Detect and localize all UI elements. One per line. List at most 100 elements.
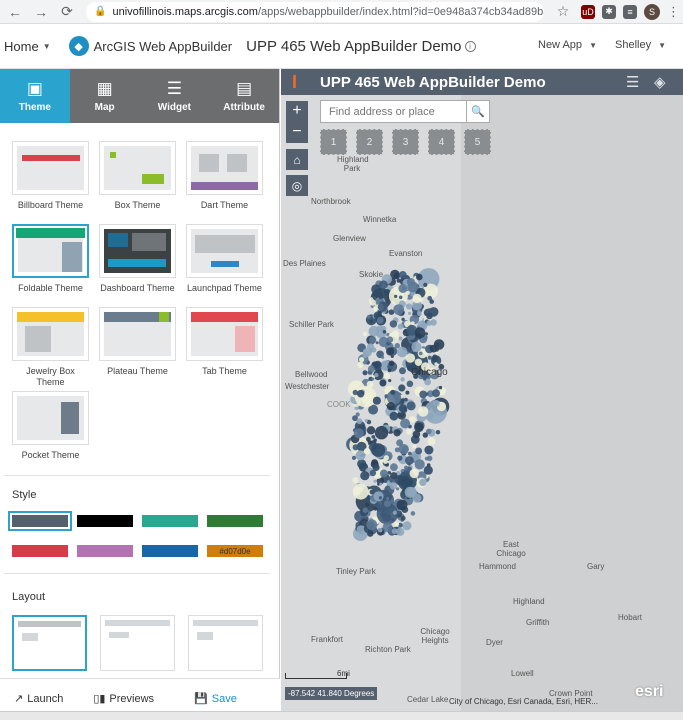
map-icon: ▦ (96, 78, 113, 98)
swatch-custom[interactable]: #d07d0e (207, 545, 263, 557)
theme-thumbnail (99, 307, 176, 361)
tab-widget[interactable]: ☰ Widget (140, 69, 210, 123)
menu-icon[interactable]: ⋮ (667, 4, 680, 20)
bookmark-5[interactable]: 5 (464, 129, 491, 155)
data-dot (398, 404, 407, 413)
swatch-5[interactable] (77, 545, 133, 557)
theme-launchpad[interactable]: Launchpad Theme (186, 224, 263, 294)
user-menu[interactable]: Shelley ▼ (615, 39, 666, 51)
save-icon: 💾 (194, 693, 208, 705)
profile-avatar[interactable]: S (644, 3, 660, 20)
data-dot (377, 527, 383, 533)
data-dot (363, 393, 373, 403)
data-dot (387, 471, 392, 475)
data-dot (419, 390, 428, 399)
data-dot (396, 439, 404, 447)
bookmark-4[interactable]: 4 (428, 129, 455, 155)
data-dot (389, 482, 398, 490)
data-dot (401, 286, 406, 291)
locate-button[interactable]: ◎ (286, 175, 308, 196)
swatch-6[interactable] (142, 545, 198, 557)
info-icon[interactable]: i (464, 40, 476, 52)
data-dot (371, 435, 376, 439)
data-dot (414, 459, 425, 470)
swatch-2[interactable] (142, 515, 198, 527)
bookmark-1[interactable]: 1 (320, 129, 347, 155)
data-dot (383, 372, 390, 379)
search-icon[interactable]: 🔍 (466, 100, 490, 123)
list-icon[interactable]: ☰ (626, 73, 644, 91)
new-app-menu[interactable]: New App ▼ (538, 39, 597, 51)
previews-button[interactable]: ▯▮ Previews (93, 692, 154, 706)
data-dot (412, 444, 417, 449)
data-dot (408, 451, 412, 456)
ublock-icon[interactable]: uD (581, 4, 595, 19)
config-panel: ▣ Theme ▦ Map ☰ Widget ▤ Attribute Billb… (0, 69, 293, 720)
theme-jewelry-box[interactable]: Jewelry Box Theme (12, 307, 89, 388)
tab-theme[interactable]: ▣ Theme (0, 69, 70, 123)
data-dot (393, 429, 401, 437)
theme-dashboard[interactable]: Dashboard Theme (99, 224, 176, 294)
place-label: East Chicago (496, 540, 526, 558)
layout-option-2[interactable] (100, 615, 175, 671)
new-app-label: New App (538, 39, 583, 51)
place-label: Lowell (511, 669, 534, 678)
theme-dart[interactable]: Dart Theme (186, 141, 263, 211)
theme-thumbnail (12, 307, 89, 361)
data-dot (376, 316, 384, 324)
theme-thumbnail (186, 141, 263, 195)
zoom-out-button[interactable]: − (286, 122, 308, 143)
theme-plateau[interactable]: Plateau Theme (99, 307, 176, 377)
save-button[interactable]: 💾 Save (194, 692, 237, 706)
theme-foldable[interactable]: Foldable Theme (12, 224, 89, 294)
forward-icon[interactable]: → (30, 1, 52, 23)
swatch-3[interactable] (207, 515, 263, 527)
data-dot (398, 295, 403, 300)
data-dot (393, 521, 399, 527)
star-icon[interactable]: ☆ (552, 1, 574, 23)
data-dot (363, 448, 371, 455)
theme-pocket[interactable]: Pocket Theme (12, 391, 89, 461)
map-view[interactable]: I UPP 465 Web AppBuilder Demo ☰ ◈ + − ⌂ … (281, 69, 683, 711)
theme-label: Plateau Theme (107, 366, 168, 376)
theme-box[interactable]: Box Theme (99, 141, 176, 211)
extensions-icon[interactable]: ✱ (602, 4, 616, 19)
data-dot (368, 365, 375, 373)
swatch-1[interactable] (77, 515, 133, 527)
swatch-0[interactable] (8, 511, 72, 531)
bookmark-3[interactable]: 3 (392, 129, 419, 155)
data-dot (400, 515, 406, 521)
zoom-in-button[interactable]: + (286, 101, 308, 122)
app-title[interactable]: UPP 465 Web AppBuilder Demo (246, 38, 461, 55)
coordinate-readout: -87.542 41.840 Degrees (285, 687, 378, 700)
data-dot (396, 278, 401, 283)
data-dot (412, 493, 422, 503)
layout-option-1[interactable] (12, 615, 87, 671)
data-dot (416, 273, 423, 281)
address-bar[interactable]: 🔒 univofillinois.maps.arcgis.com /apps/w… (86, 1, 544, 22)
attribute-icon: ▤ (236, 78, 253, 98)
home-button[interactable]: ⌂ (286, 149, 308, 170)
data-dot (405, 456, 414, 465)
swatch-4[interactable] (12, 545, 68, 557)
launch-button[interactable]: ↗ Launch (14, 692, 63, 706)
data-dot (366, 315, 371, 319)
data-dot (390, 463, 398, 472)
bookmark-2[interactable]: 2 (356, 129, 383, 155)
reading-list-icon[interactable]: ≡ (623, 4, 637, 19)
theme-billboard[interactable]: Billboard Theme (12, 141, 89, 211)
back-icon[interactable]: ← (4, 1, 26, 23)
tab-map[interactable]: ▦ Map (70, 69, 140, 123)
data-dot (409, 416, 416, 423)
tab-attribute[interactable]: ▤ Attribute (209, 69, 279, 123)
data-dot (398, 336, 403, 341)
layers-icon[interactable]: ◈ (654, 73, 672, 91)
theme-label: Launchpad Theme (187, 283, 262, 293)
theme-tab[interactable]: Tab Theme (186, 307, 263, 377)
reload-icon[interactable]: ⟳ (56, 1, 78, 23)
search-input[interactable]: Find address or place (320, 100, 467, 123)
place-label: Frankfort (311, 635, 344, 644)
home-menu[interactable]: Home ▼ (4, 39, 51, 54)
layout-option-3[interactable] (188, 615, 263, 671)
data-dot (392, 330, 400, 338)
